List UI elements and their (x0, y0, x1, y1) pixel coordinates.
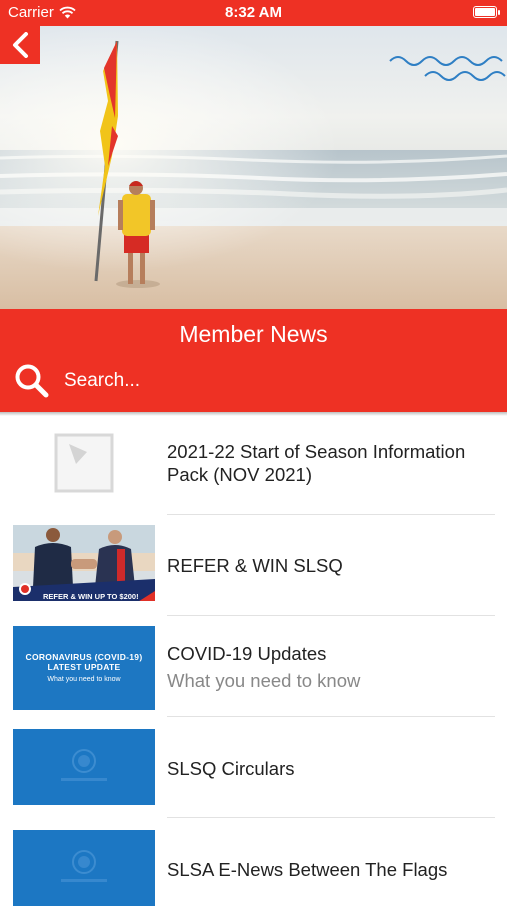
search-icon[interactable] (14, 363, 50, 399)
news-item[interactable]: CORONAVIRUS (COVID-19) LATEST UPDATE Wha… (0, 616, 507, 717)
covid-banner-thumbnail: CORONAVIRUS (COVID-19) LATEST UPDATE Wha… (13, 626, 155, 710)
news-item-title: REFER & WIN SLSQ (167, 555, 343, 576)
page-title: Member News (179, 321, 328, 347)
news-item-title: SLSA E-News Between The Flags (167, 859, 448, 880)
placeholder-image-icon (13, 428, 155, 504)
search-input[interactable] (62, 369, 366, 393)
news-item-subtitle: What you need to know (167, 670, 361, 691)
news-item-title: COVID-19 Updates (167, 643, 327, 664)
slsq-logo-thumbnail (13, 830, 155, 906)
news-item-title: SLSQ Circulars (167, 758, 295, 779)
news-item-title: 2021-22 Start of Season Information Pack… (167, 441, 466, 485)
refer-win-thumbnail: REFER & WIN UP TO $200! (13, 525, 155, 601)
status-time: 8:32 AM (225, 4, 282, 21)
thumb-line-1: CORONAVIRUS (COVID-19) (25, 652, 143, 662)
thumb-line-2: LATEST UPDATE (47, 662, 121, 672)
search-bar[interactable] (14, 363, 366, 399)
battery-icon (473, 6, 500, 18)
news-item[interactable]: SLSA E-News Between The Flags (0, 818, 507, 919)
thumb-line-3: What you need to know (47, 676, 121, 683)
news-item[interactable]: 2021-22 Start of Season Information Pack… (0, 414, 507, 515)
chevron-left-icon (13, 32, 28, 58)
slsq-logo-thumbnail (13, 729, 155, 805)
banner-text: REFER & WIN UP TO $200! (43, 592, 139, 601)
news-item[interactable]: REFER & WIN UP TO $200! REFER & WIN SLSQ (0, 515, 507, 616)
hero-image (0, 26, 507, 309)
news-list: 2021-22 Start of Season Information Pack… (0, 414, 507, 919)
back-button[interactable] (0, 26, 40, 64)
news-header: Member News (0, 309, 507, 412)
status-bar: Carrier 8:32 AM (0, 0, 507, 26)
news-item[interactable]: SLSQ Circulars (0, 717, 507, 818)
